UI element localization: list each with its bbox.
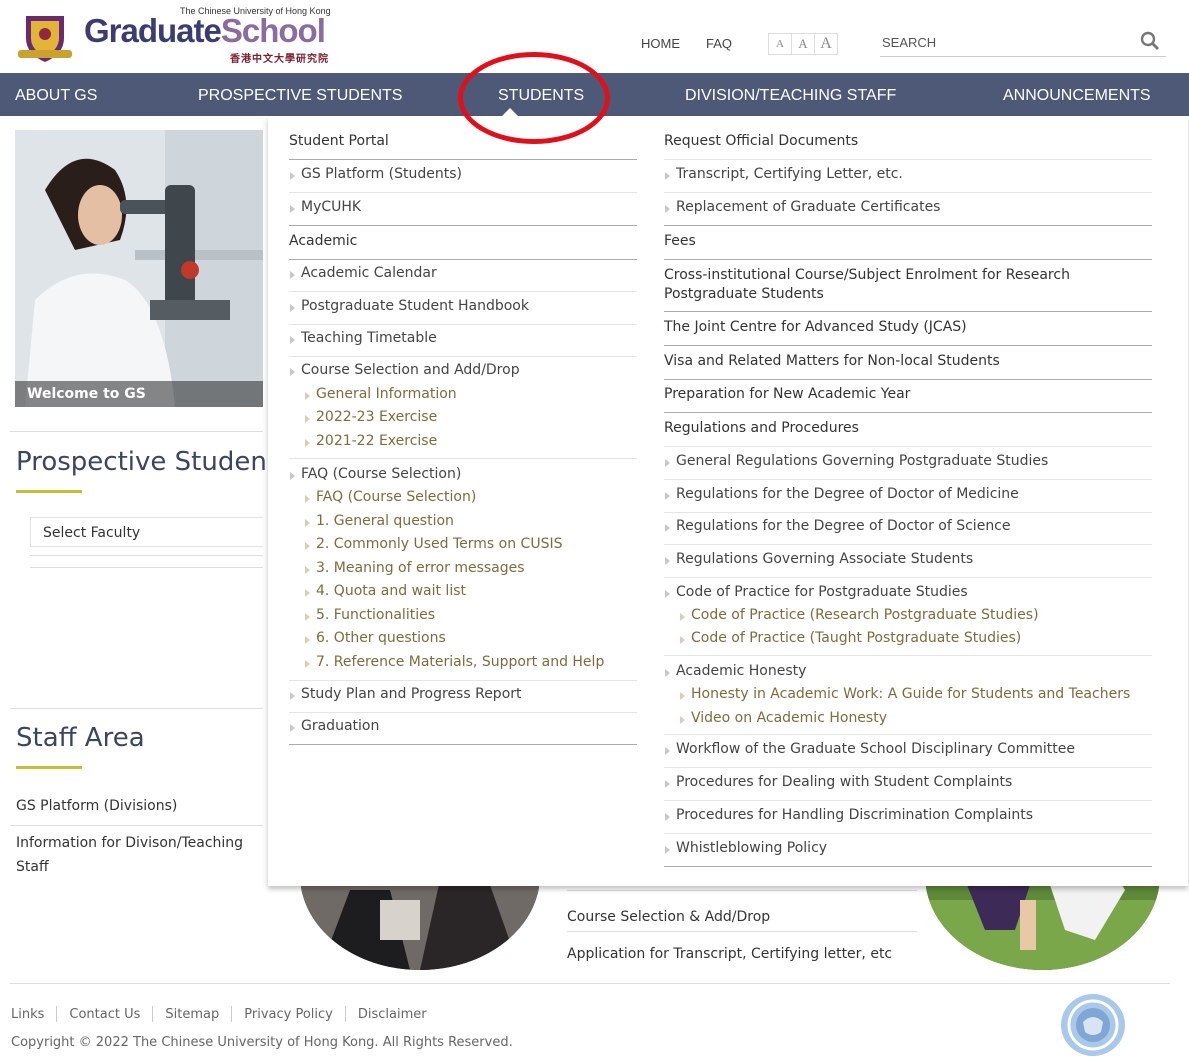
cuhk-crest-icon — [18, 16, 72, 62]
menu-subitem-2021-22-exercise[interactable]: 2021-22 Exercise — [304, 433, 637, 455]
divider — [289, 680, 637, 681]
menu-item-discrimination-complaints[interactable]: Procedures for Handling Discrimination C… — [664, 807, 1152, 834]
divider — [30, 567, 263, 568]
menu-item-academic[interactable]: Academic — [289, 233, 637, 260]
footer-divider — [10, 983, 1170, 984]
menu-item-transcript[interactable]: Transcript, Certifying Letter, etc. — [664, 166, 1152, 193]
menu-item-mycuhk[interactable]: MyCUHK — [289, 199, 637, 226]
select-faculty-dropdown[interactable]: Select Faculty — [30, 517, 263, 547]
menu-item-study-plan[interactable]: Study Plan and Progress Report — [289, 686, 637, 713]
menu-subitem-faq[interactable]: FAQ (Course Selection) — [304, 489, 637, 511]
menu-subitem-2022-23-exercise[interactable]: 2022-23 Exercise — [304, 409, 637, 431]
menu-subitem-code-research[interactable]: Code of Practice (Research Postgraduate … — [679, 607, 1152, 629]
nav-about-gs[interactable]: ABOUT GS — [15, 73, 97, 116]
nav-division-teaching-staff[interactable]: DIVISION/TEACHING STAFF — [685, 73, 896, 116]
faq-link[interactable]: FAQ — [706, 36, 732, 51]
font-size-medium-button[interactable]: A — [791, 33, 814, 55]
menu-item-doctor-of-medicine[interactable]: Regulations for the Degree of Doctor of … — [664, 486, 1152, 513]
menu-item-whistleblowing[interactable]: Whistleblowing Policy — [664, 840, 1152, 867]
font-size-large-button[interactable]: A — [814, 33, 838, 55]
menu-subitem-code-taught[interactable]: Code of Practice (Taught Postgraduate St… — [679, 630, 1152, 652]
search-input[interactable] — [880, 28, 1124, 56]
photo-caption: Welcome to GS — [15, 381, 263, 407]
menu-subitem-quota-wait-list[interactable]: 4. Quota and wait list — [304, 583, 637, 605]
accessibility-badge[interactable] — [1061, 994, 1125, 1056]
gs-platform-divisions-link[interactable]: GS Platform (Divisions) — [16, 794, 266, 818]
info-teaching-staff-link[interactable]: Information for Divison/Teaching Staff — [16, 831, 266, 879]
menu-item-regulations-procedures[interactable]: Regulations and Procedures — [664, 420, 1152, 447]
menu-item-student-complaints[interactable]: Procedures for Dealing with Student Comp… — [664, 774, 1152, 801]
menu-item-associate-students[interactable]: Regulations Governing Associate Students — [664, 551, 1152, 578]
menu-item-teaching-timetable[interactable]: Teaching Timetable — [289, 330, 637, 357]
prospective-students-title: Prospective Students — [16, 447, 266, 477]
menu-item-academic-calendar[interactable]: Academic Calendar — [289, 265, 637, 292]
menu-item-request-official-documents[interactable]: Request Official Documents — [664, 133, 1152, 160]
menu-subitem-error-messages[interactable]: 3. Meaning of error messages — [304, 560, 637, 582]
divider — [10, 825, 263, 826]
title-underline — [16, 766, 82, 769]
font-size-small-button[interactable]: A — [768, 33, 791, 55]
divider — [10, 431, 263, 432]
footer-link-privacy-policy[interactable]: Privacy Policy — [244, 1007, 333, 1022]
menu-item-fees[interactable]: Fees — [664, 233, 1152, 260]
copyright-text: Copyright © 2022 The Chinese University … — [11, 1035, 513, 1050]
divider — [664, 734, 1152, 735]
menu-subitem-honesty-guide[interactable]: Honesty in Academic Work: A Guide for St… — [679, 686, 1159, 708]
menu-subitem-functionalities[interactable]: 5. Functionalities — [304, 607, 637, 629]
menu-item-jcas[interactable]: The Joint Centre for Advanced Study (JCA… — [664, 319, 1152, 346]
footer-link-sitemap[interactable]: Sitemap — [165, 1007, 219, 1022]
menu-item-gs-platform-students[interactable]: GS Platform (Students) — [289, 166, 637, 193]
footer-link-links[interactable]: Links — [11, 1007, 44, 1022]
main-navigation: ABOUT GS PROSPECTIVE STUDENTS STUDENTS D… — [0, 73, 1189, 116]
menu-item-replacement-certificates[interactable]: Replacement of Graduate Certificates — [664, 199, 1152, 226]
menu-subitem-cusis-terms[interactable]: 2. Commonly Used Terms on CUSIS — [304, 536, 637, 558]
graduate-school-wordmark: GraduateSchool — [84, 12, 326, 49]
graduate-school-logo[interactable]: The Chinese University of Hong Kong Grad… — [14, 6, 344, 66]
home-link[interactable]: HOME — [641, 36, 680, 51]
menu-subitem-honesty-video[interactable]: Video on Academic Honesty — [679, 710, 1152, 732]
font-size-controls: A A A — [768, 33, 838, 55]
menu-item-disciplinary-committee[interactable]: Workflow of the Graduate School Discipli… — [664, 741, 1152, 768]
menu-item-graduation[interactable]: Graduation — [289, 718, 637, 745]
footer-link-contact-us[interactable]: Contact Us — [69, 1007, 140, 1022]
menu-item-academic-honesty[interactable]: Academic Honesty — [664, 663, 1152, 685]
menu-subitem-general-information[interactable]: General Information — [304, 386, 637, 408]
scientist-microscope-image — [15, 130, 263, 407]
badge-icon — [1067, 999, 1119, 1051]
menu-subitem-general-question[interactable]: 1. General question — [304, 513, 637, 535]
menu-item-general-regulations[interactable]: General Regulations Governing Postgradua… — [664, 453, 1152, 480]
menu-subitem-reference-materials[interactable]: 7. Reference Materials, Support and Help — [304, 654, 637, 676]
menu-item-preparation-new-year[interactable]: Preparation for New Academic Year — [664, 386, 1152, 413]
welcome-banner[interactable]: Welcome to GS — [15, 130, 263, 407]
staff-area-title: Staff Area — [16, 723, 145, 753]
title-underline — [16, 490, 82, 493]
menu-item-faq-course-selection[interactable]: FAQ (Course Selection) — [289, 466, 637, 488]
divider — [30, 555, 263, 556]
menu-item-doctor-of-science[interactable]: Regulations for the Degree of Doctor of … — [664, 518, 1152, 545]
bg-link-course-selection[interactable]: Course Selection & Add/Drop — [567, 909, 917, 932]
menu-item-visa[interactable]: Visa and Related Matters for Non-local S… — [664, 353, 1152, 380]
footer-link-disclaimer[interactable]: Disclaimer — [358, 1007, 427, 1022]
active-nav-caret — [502, 108, 518, 116]
top-links: HOME FAQ — [641, 36, 758, 51]
menu-item-code-of-practice[interactable]: Code of Practice for Postgraduate Studie… — [664, 584, 1152, 606]
footer-links: Links Contact Us Sitemap Privacy Policy … — [11, 1006, 427, 1022]
menu-subitem-other-questions[interactable]: 6. Other questions — [304, 630, 637, 652]
divider — [664, 655, 1152, 656]
search-icon[interactable] — [1140, 31, 1160, 51]
divider — [289, 458, 637, 459]
chinese-name: 香港中文大學研究院 — [230, 54, 329, 65]
menu-item-cross-institutional[interactable]: Cross-institutional Course/Subject Enrol… — [664, 266, 1152, 312]
menu-item-student-handbook[interactable]: Postgraduate Student Handbook — [289, 298, 637, 325]
nav-announcements[interactable]: ANNOUNCEMENTS — [1003, 73, 1151, 116]
menu-item-student-portal[interactable]: Student Portal — [289, 133, 637, 160]
divider — [10, 708, 263, 709]
students-dropdown-menu: Student Portal GS Platform (Students) My… — [268, 116, 1188, 886]
menu-item-course-selection[interactable]: Course Selection and Add/Drop — [289, 362, 637, 384]
bg-link-transcript-application[interactable]: Application for Transcript, Certifying l… — [567, 946, 917, 968]
search-box — [880, 28, 1166, 57]
nav-prospective-students[interactable]: PROSPECTIVE STUDENTS — [198, 73, 402, 116]
